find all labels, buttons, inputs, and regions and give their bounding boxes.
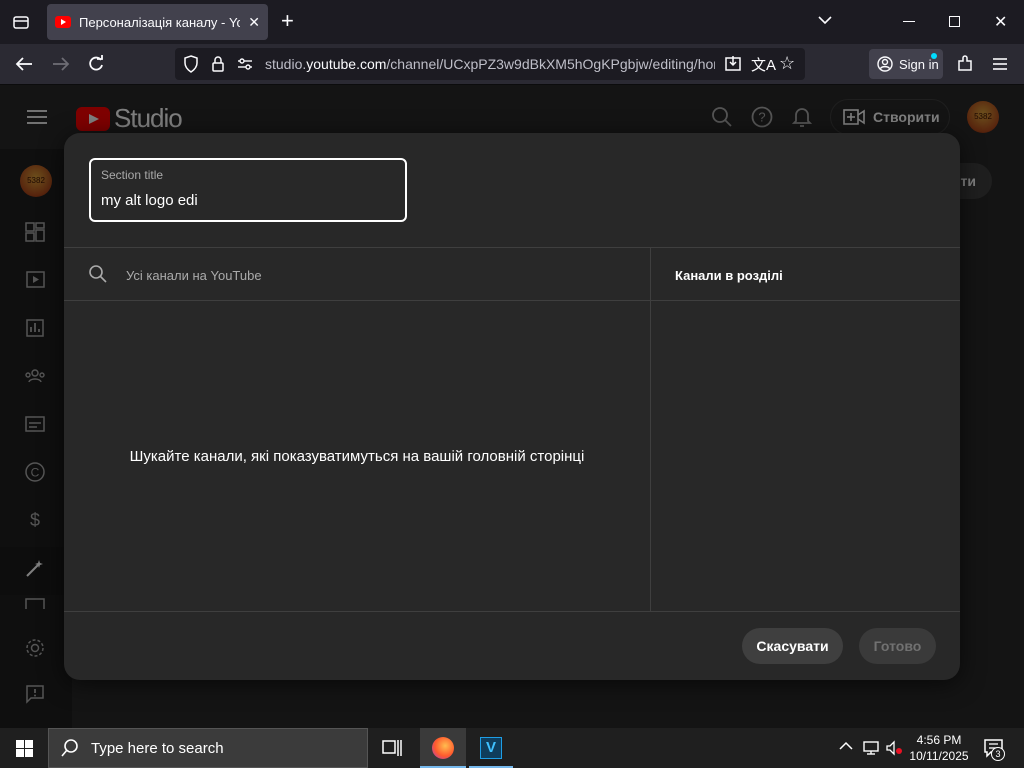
search-icon <box>88 264 108 284</box>
clock-date: 10/11/2025 <box>909 749 969 763</box>
add-featured-channels-dialog: Section title Канали в розділі Шукайте к… <box>64 133 960 680</box>
divider <box>64 300 960 301</box>
star-icon[interactable]: ☆ <box>779 53 795 74</box>
taskbar-search-box[interactable]: Type here to search <box>48 728 368 768</box>
restore-icon[interactable] <box>949 16 960 27</box>
app-taskbar-button[interactable]: V <box>469 728 513 768</box>
network-icon[interactable] <box>862 740 880 756</box>
search-empty-state-message: Шукайте канали, які показуватимуться на … <box>129 448 585 465</box>
extensions-icon[interactable] <box>956 55 974 73</box>
forward-icon[interactable] <box>51 55 71 73</box>
menu-icon[interactable] <box>992 57 1008 71</box>
url-path: /channel/UCxpPZ3w9dBkXM5hOgKPgbjw/editin… <box>386 56 715 72</box>
windows-taskbar: Type here to search V 4:56 PM 10/11/2025… <box>0 728 1024 768</box>
shield-icon[interactable] <box>183 55 199 73</box>
url-bar[interactable]: studio.youtube.com/channel/UCxpPZ3w9dBkX… <box>175 48 805 80</box>
clock-time: 4:56 PM <box>916 733 962 747</box>
firefox-taskbar-button[interactable] <box>420 728 466 768</box>
divider <box>64 611 960 612</box>
done-button[interactable]: Готово <box>859 628 936 664</box>
notifications-icon[interactable]: 3 <box>983 738 1005 761</box>
browser-nav-bar: studio.youtube.com/channel/UCxpPZ3w9dBkX… <box>0 44 1024 85</box>
tab-title: Персоналізація каналу - YouTube <box>79 14 241 30</box>
section-title-field[interactable]: Section title <box>89 158 407 222</box>
sign-in-button[interactable]: Sign in <box>869 49 943 79</box>
taskbar-search-placeholder: Type here to search <box>91 739 224 757</box>
close-window-icon[interactable]: ✕ <box>994 12 1007 32</box>
url-text[interactable]: studio.youtube.com/channel/UCxpPZ3w9dBkX… <box>265 56 715 72</box>
tab-list-icon[interactable] <box>12 13 30 31</box>
minimize-icon[interactable] <box>903 21 915 22</box>
lock-icon[interactable] <box>211 55 225 73</box>
cancel-button[interactable]: Скасувати <box>742 628 843 664</box>
download-icon[interactable] <box>724 55 742 73</box>
youtube-favicon-icon <box>55 16 71 28</box>
show-hidden-icons-chevron-up-icon[interactable] <box>839 741 853 751</box>
chevron-down-icon[interactable] <box>817 14 833 26</box>
url-host: youtube.com <box>306 56 387 72</box>
v-app-icon: V <box>480 737 502 759</box>
browser-tab-bar: Персоналізація каналу - YouTube ✕ + ✕ <box>0 0 1024 44</box>
task-view-icon[interactable] <box>382 739 402 757</box>
translate-icon[interactable]: 文A <box>751 54 776 75</box>
windows-start-icon[interactable] <box>16 740 33 757</box>
section-title-input[interactable] <box>101 189 391 211</box>
volume-muted-icon[interactable] <box>885 740 903 756</box>
close-tab-icon[interactable]: ✕ <box>248 14 260 31</box>
back-icon[interactable] <box>14 55 34 73</box>
channel-search-input[interactable] <box>126 264 626 286</box>
notification-count-badge: 3 <box>991 747 1005 761</box>
section-title-label: Section title <box>101 168 164 182</box>
url-prefix: studio. <box>265 56 307 72</box>
search-icon <box>61 739 79 757</box>
column-divider <box>650 247 651 611</box>
divider <box>64 247 960 248</box>
new-tab-icon[interactable]: + <box>281 10 294 32</box>
taskbar-clock[interactable]: 4:56 PM 10/11/2025 <box>906 732 972 764</box>
notification-dot-icon <box>931 53 937 59</box>
reload-icon[interactable] <box>87 55 105 73</box>
browser-tab-active[interactable]: Персоналізація каналу - YouTube ✕ <box>47 4 268 40</box>
firefox-icon <box>432 737 454 759</box>
permissions-icon[interactable] <box>237 57 253 71</box>
channels-in-section-header: Канали в розділі <box>675 268 783 283</box>
account-icon <box>877 56 893 72</box>
